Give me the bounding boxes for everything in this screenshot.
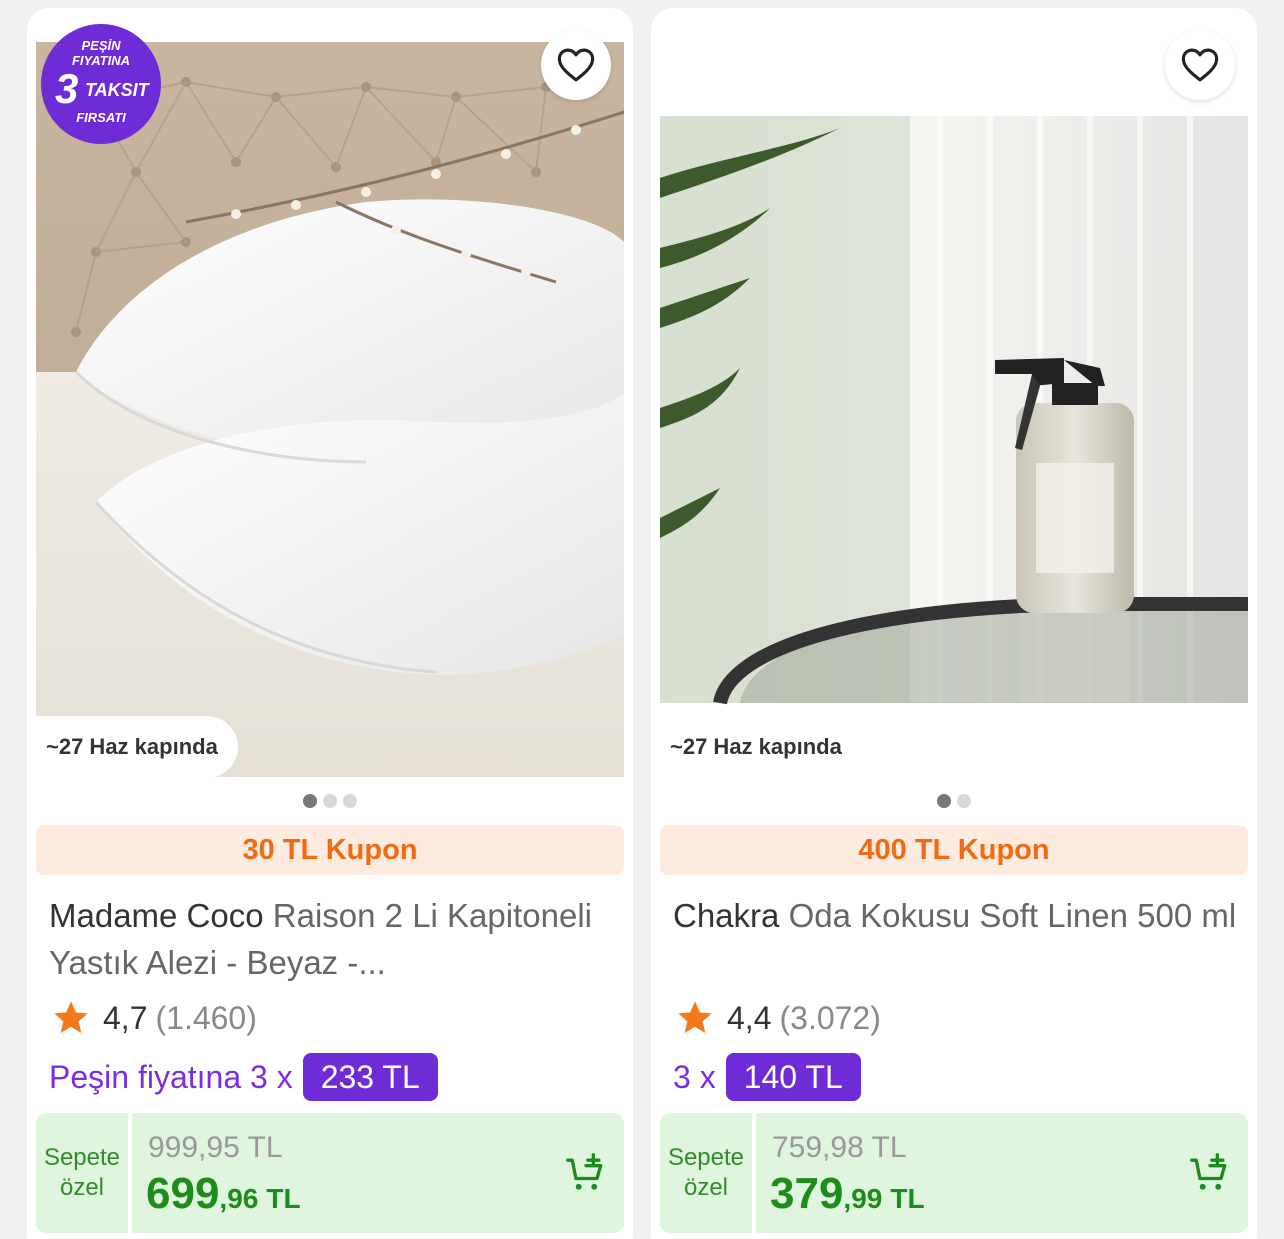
coupon-banner[interactable]: 400 TL Kupon [660, 825, 1248, 875]
pillow-photo [36, 42, 624, 777]
special-label-line-1: Sepete [43, 1144, 121, 1171]
favorite-button[interactable] [1165, 30, 1235, 100]
promo-word: TAKSIT [85, 80, 149, 100]
pagination-dot[interactable] [303, 794, 317, 808]
heart-outline-icon [1181, 48, 1219, 82]
add-to-cart-icon[interactable] [1188, 1151, 1232, 1195]
image-pagination[interactable] [651, 794, 1257, 808]
star-icon [678, 1001, 712, 1033]
old-price: 999,95 TL [148, 1131, 283, 1164]
installment-text: 3 x [673, 1058, 716, 1095]
pagination-dot[interactable] [937, 794, 951, 808]
special-label-line-2: özel [59, 1174, 105, 1201]
product-card[interactable]: ~27 Haz kapında 400 TL Kupon Chakra Oda … [651, 8, 1257, 1239]
divider [752, 1113, 756, 1233]
pagination-dot[interactable] [343, 794, 357, 808]
price-integer: 699 [146, 1169, 220, 1218]
image-pagination[interactable] [27, 794, 633, 808]
favorite-button[interactable] [541, 30, 611, 100]
rating-score: 4,7 [103, 999, 148, 1036]
add-to-cart-icon[interactable] [564, 1151, 608, 1195]
delivery-estimate: ~27 Haz kapında [660, 716, 862, 778]
current-price: 699 ,96 TL [146, 1169, 301, 1219]
basket-special-label: Sepete özel [660, 1113, 752, 1233]
divider [128, 1113, 132, 1233]
product-brand: Chakra [673, 897, 780, 934]
promo-badge: PEŞİN FIYATINA 3 TAKSIT FIRSATI [41, 24, 161, 144]
heart-outline-icon [557, 48, 595, 82]
promo-number: 3 [55, 65, 79, 112]
pagination-dot[interactable] [957, 794, 971, 808]
product-image[interactable] [660, 8, 1248, 798]
review-count: (3.072) [779, 999, 881, 1036]
special-label-line-1: Sepete [667, 1144, 745, 1171]
product-name: Oda Kokusu Soft Linen 500 ml [788, 897, 1237, 934]
room-spray-photo [660, 116, 1248, 705]
current-price: 379 ,99 TL [770, 1169, 925, 1219]
product-image[interactable] [36, 42, 624, 777]
price-currency: TL [890, 1183, 925, 1214]
promo-line-1: PEŞİN [81, 38, 121, 53]
price-decimal: ,99 [843, 1183, 883, 1214]
product-title[interactable]: Chakra Oda Kokusu Soft Linen 500 ml [673, 892, 1237, 986]
price-decimal: ,96 [219, 1183, 259, 1214]
product-card[interactable]: PEŞİN FIYATINA 3 TAKSIT FIRSATI ~27 Haz … [27, 8, 633, 1239]
installment-info: Peşin fiyatına 3 x 233 TL [49, 1053, 438, 1101]
price-box[interactable]: Sepete özel 759,98 TL 379 ,99 TL [660, 1113, 1248, 1233]
review-count: (1.460) [155, 999, 257, 1036]
special-label-line-2: özel [683, 1174, 729, 1201]
product-rating: 4,4 (3.072) [675, 998, 881, 1038]
basket-special-label: Sepete özel [36, 1113, 128, 1233]
price-currency: TL [266, 1183, 301, 1214]
installment-amount: 233 TL [302, 1053, 438, 1101]
installment-amount: 140 TL [725, 1053, 861, 1101]
price-integer: 379 [770, 1169, 844, 1218]
installment-text: Peşin fiyatına 3 x [49, 1058, 293, 1095]
star-icon [54, 1001, 88, 1033]
installment-info: 3 x 140 TL [673, 1053, 861, 1101]
product-brand: Madame Coco [49, 897, 264, 934]
price-box[interactable]: Sepete özel 999,95 TL 699 ,96 TL [36, 1113, 624, 1233]
rating-score: 4,4 [727, 999, 772, 1036]
delivery-estimate: ~27 Haz kapında [36, 716, 238, 778]
pagination-dot[interactable] [323, 794, 337, 808]
product-title[interactable]: Madame Coco Raison 2 Li Kapitoneli Yastı… [49, 892, 613, 986]
product-rating: 4,7 (1.460) [51, 998, 257, 1038]
coupon-banner[interactable]: 30 TL Kupon [36, 825, 624, 875]
old-price: 759,98 TL [772, 1131, 907, 1164]
promo-line-4: FIRSATI [76, 110, 126, 125]
